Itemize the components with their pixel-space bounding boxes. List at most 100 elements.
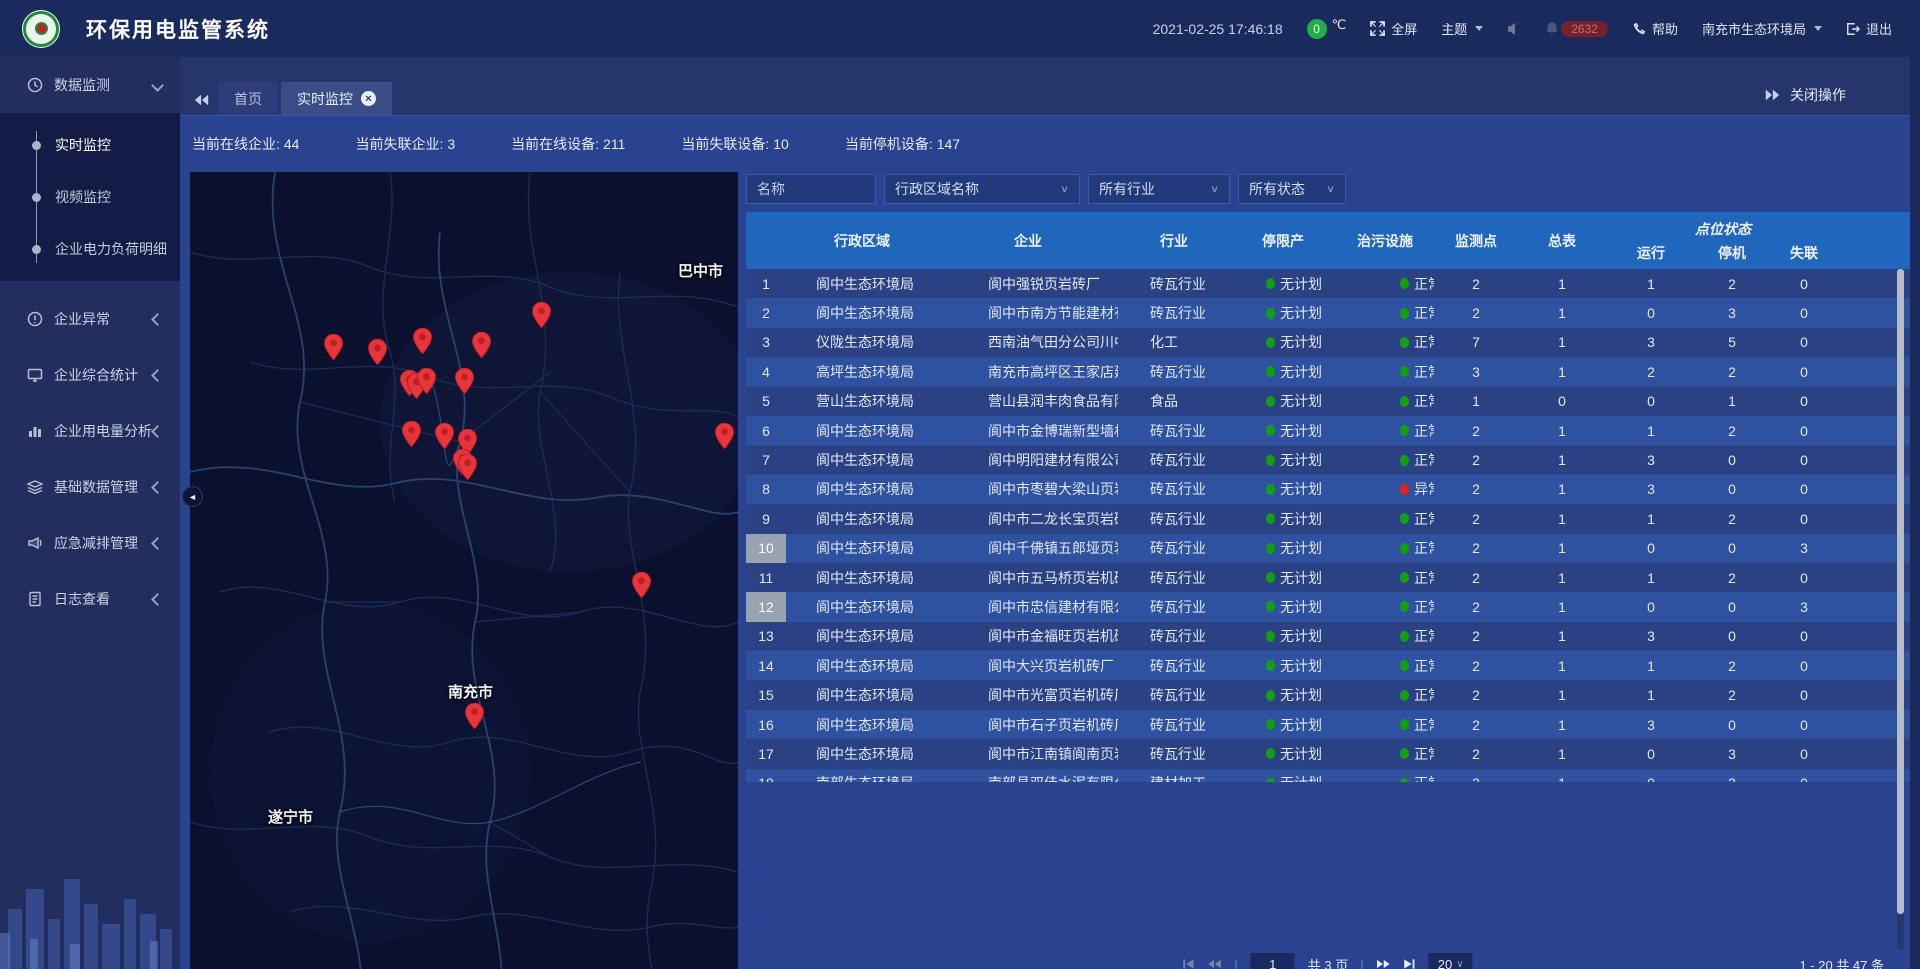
table-row[interactable]: 17 阆中生态环境局 阆中市江南镇阆南页岩 砖瓦行业 无计划 正常 2 1 0 …: [746, 739, 1910, 768]
sidebar-item-realtime-monitor[interactable]: 实时监控: [0, 119, 180, 171]
lost-cell: 0: [1768, 680, 1840, 709]
map-pin-icon[interactable]: [532, 302, 551, 328]
close-operations-button[interactable]: 关闭操作: [1790, 85, 1846, 105]
running-cell: 1: [1606, 416, 1696, 445]
speaker-mute-icon[interactable]: [1507, 22, 1521, 36]
table-row[interactable]: 9 阆中生态环境局 阆中市二龙长宝页岩砖 砖瓦行业 无计划 正常 2 1 1 2…: [746, 504, 1910, 533]
stopped-cell: 3: [1696, 739, 1768, 768]
table-row[interactable]: 11 阆中生态环境局 阆中市五马桥页岩机砖 砖瓦行业 无计划 正常 2 1 1 …: [746, 563, 1910, 592]
map-pin-icon[interactable]: [402, 421, 421, 447]
row-index: 15: [746, 680, 786, 709]
table-row[interactable]: 13 阆中生态环境局 阆中市金福旺页岩机砖 砖瓦行业 无计划 正常 2 1 3 …: [746, 622, 1910, 651]
map-collapse-button[interactable]: ◄: [182, 486, 203, 507]
row-index: 3: [746, 328, 786, 357]
fullscreen-icon: [1370, 21, 1385, 36]
row-index: 16: [746, 710, 786, 739]
table-row[interactable]: 2 阆中生态环境局 阆中市南方节能建材有 砖瓦行业 无计划 正常 2 1 0 3…: [746, 298, 1910, 327]
theme-label: 主题: [1441, 19, 1467, 38]
table-row[interactable]: 6 阆中生态环境局 阆中市金博瑞新型墙材 砖瓦行业 无计划 正常 2 1 1 2…: [746, 416, 1910, 445]
table-row[interactable]: 18 南部生态环境局 南部县双佳水泥有限公 建材加工 无计划 正常 2 1 0 …: [746, 769, 1910, 782]
tab-home[interactable]: 首页: [218, 82, 278, 115]
table-row[interactable]: 1 阆中生态环境局 阆中强锐页岩砖厂 砖瓦行业 无计划 正常 2 1 1 2 0: [746, 269, 1910, 298]
stopped-cell: 0: [1696, 622, 1768, 651]
map-pin-icon[interactable]: [368, 339, 387, 365]
points-cell: 2: [1434, 710, 1518, 739]
name-filter-input[interactable]: [746, 174, 876, 204]
map-pin-icon[interactable]: [472, 332, 491, 358]
sidebar-item-data-monitoring[interactable]: 数据监测: [0, 57, 180, 113]
status-dot-icon: [1400, 396, 1409, 407]
page-size-value: 20: [1438, 957, 1452, 969]
points-cell: 2: [1434, 592, 1518, 621]
sidebar-item-base-data[interactable]: 基础数据管理: [0, 459, 180, 515]
map-pin-icon[interactable]: [413, 328, 432, 354]
industry-filter-select[interactable]: 所有行业 ∨: [1088, 174, 1230, 204]
close-icon[interactable]: ×: [361, 91, 376, 106]
scrollbar-thumb[interactable]: [1897, 269, 1904, 914]
limit-status-cell: 无计划: [1230, 592, 1336, 621]
table-row[interactable]: 14 阆中生态环境局 阆中大兴页岩机砖厂 砖瓦行业 无计划 正常 2 1 1 2…: [746, 651, 1910, 680]
sidebar-item-video-monitor[interactable]: 视频监控: [0, 171, 180, 223]
table-row[interactable]: 5 营山生态环境局 营山县润丰肉食品有限 食品 无计划 正常 1 0 0 1 0: [746, 387, 1910, 416]
running-cell: 3: [1606, 328, 1696, 357]
limit-status-cell: 无计划: [1230, 680, 1336, 709]
map-pin-icon[interactable]: [715, 423, 734, 449]
points-cell: 2: [1434, 416, 1518, 445]
tabs-scroll-left-icon[interactable]: [194, 93, 210, 107]
table-row[interactable]: 15 阆中生态环境局 阆中市光富页岩机砖厂 砖瓦行业 无计划 正常 2 1 1 …: [746, 680, 1910, 709]
sidebar-item-log-view[interactable]: 日志查看: [0, 571, 180, 627]
map-pin-icon[interactable]: [632, 572, 651, 598]
page-size-select[interactable]: 20 ∨: [1428, 952, 1474, 969]
sidebar-item-power-load-detail[interactable]: 企业电力负荷明细: [0, 223, 180, 275]
sidebar-item-company-abnormal[interactable]: 企业异常: [0, 291, 180, 347]
sidebar-item-emergency-reduction[interactable]: 应急减排管理: [0, 515, 180, 571]
meter-cell: 1: [1518, 622, 1606, 651]
points-cell: 2: [1434, 534, 1518, 563]
map-pin-icon[interactable]: [455, 368, 474, 394]
map-pin-icon[interactable]: [435, 423, 454, 449]
tabs-scroll-right-icon[interactable]: [1764, 88, 1780, 102]
table-scrollbar[interactable]: [1897, 269, 1904, 950]
table-row[interactable]: 10 阆中生态环境局 阆中千佛镇五郎垭页岩 砖瓦行业 无计划 正常 2 1 0 …: [746, 534, 1910, 563]
table-row[interactable]: 3 仪陇生态环境局 西南油气田分公司川中 化工 无计划 正常 7 1 3 5 0: [746, 328, 1910, 357]
table-row[interactable]: 16 阆中生态环境局 阆中市石子页岩机砖厂 砖瓦行业 无计划 正常 2 1 3 …: [746, 710, 1910, 739]
map-panel[interactable]: 巴中市 南充市 遂宁市: [190, 172, 738, 969]
map-pin-icon[interactable]: [417, 368, 436, 394]
map-pin-icon[interactable]: [324, 334, 343, 360]
row-index: 1: [746, 269, 786, 298]
page-number-input[interactable]: [1250, 952, 1296, 969]
region-filter-select[interactable]: 行政区域名称 ∨: [884, 174, 1080, 204]
theme-dropdown[interactable]: 主题: [1441, 19, 1483, 38]
sidebar-item-power-analysis[interactable]: 企业用电量分析: [0, 403, 180, 459]
company-cell: 阆中千佛镇五郎垭页岩: [938, 534, 1118, 563]
notifications-button[interactable]: 2632: [1545, 21, 1608, 37]
map-pin-icon[interactable]: [458, 454, 477, 480]
status-dot-icon: [1400, 278, 1409, 289]
map-pin-icon[interactable]: [465, 703, 484, 729]
running-cell: 3: [1606, 622, 1696, 651]
last-page-button[interactable]: [1403, 958, 1416, 969]
fullscreen-button[interactable]: 全屏: [1370, 19, 1417, 38]
table-row[interactable]: 12 阆中生态环境局 阆中市忠信建材有限公 砖瓦行业 无计划 正常 2 1 0 …: [746, 592, 1910, 621]
status-filter-select[interactable]: 所有状态 ∨: [1238, 174, 1346, 204]
table-row[interactable]: 8 阆中生态环境局 阆中市枣碧大梁山页岩 砖瓦行业 无计划 异常 2 1 3 0…: [746, 475, 1910, 504]
industry-cell: 砖瓦行业: [1118, 357, 1230, 386]
company-cell: 阆中大兴页岩机砖厂: [938, 651, 1118, 680]
status-filter-value: 所有状态: [1249, 179, 1305, 199]
table-row[interactable]: 7 阆中生态环境局 阆中明阳建材有限公司 砖瓦行业 无计划 正常 2 1 3 0…: [746, 445, 1910, 474]
points-cell: 3: [1434, 357, 1518, 386]
tab-realtime-monitor[interactable]: 实时监控 ×: [281, 82, 392, 115]
help-button[interactable]: 帮助: [1632, 19, 1678, 38]
table-row[interactable]: 4 高坪生态环境局 南充市高坪区王家店建 砖瓦行业 无计划 正常 3 1 2 2…: [746, 357, 1910, 386]
logout-button[interactable]: 退出: [1846, 19, 1892, 38]
chevron-left-icon: [153, 479, 162, 495]
next-page-button[interactable]: [1376, 958, 1391, 969]
points-cell: 2: [1434, 680, 1518, 709]
org-dropdown[interactable]: 南充市生态环境局: [1702, 19, 1822, 38]
sidebar-item-company-statistics[interactable]: 企业综合统计: [0, 347, 180, 403]
facility-status-cell: 正常: [1336, 739, 1434, 768]
lost-cell: 0: [1768, 475, 1840, 504]
industry-header: 行业: [1118, 212, 1230, 269]
prev-page-button[interactable]: [1207, 958, 1222, 969]
first-page-button[interactable]: [1182, 958, 1195, 969]
